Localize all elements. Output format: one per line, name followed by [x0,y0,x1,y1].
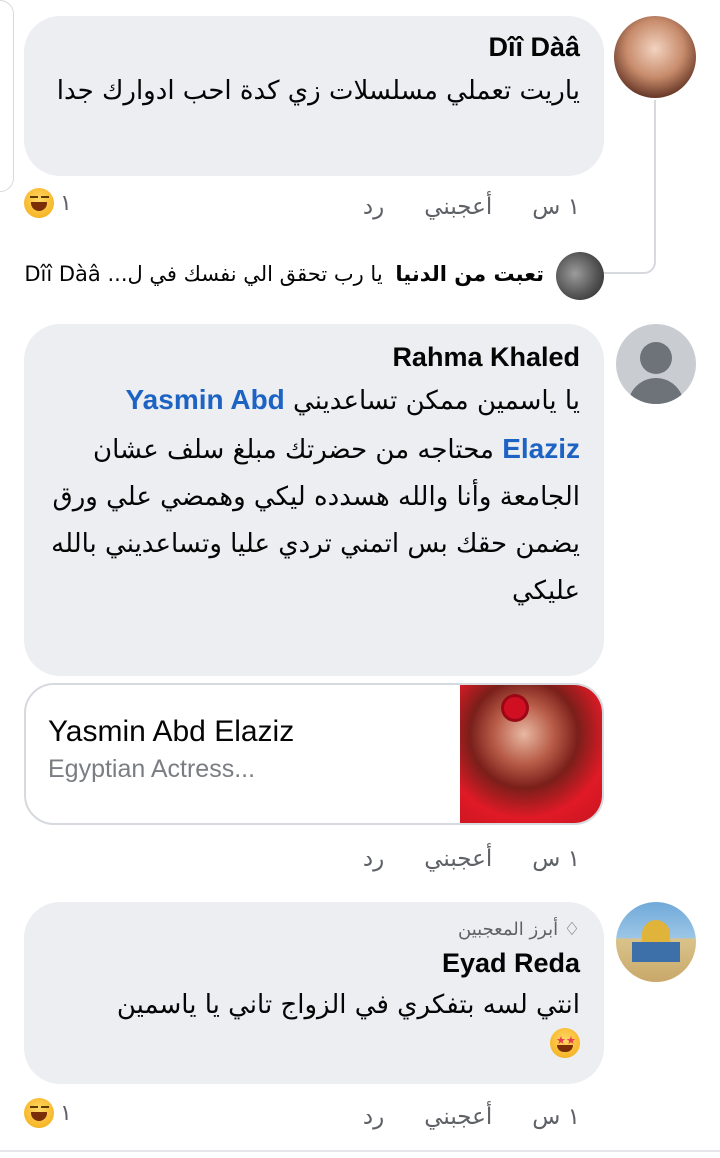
comment-text: ياريت تعملي مسلسلات زي كدة احب ادوارك جد… [56,76,580,106]
reaction-summary[interactable]: ١ [24,1098,72,1128]
avatar[interactable] [614,16,696,98]
reply-author: تعبت من الدنيا [395,262,544,286]
like-button[interactable]: أعجبني [424,1104,492,1130]
reply-button[interactable]: رد [363,1104,384,1130]
comment-actions: ١ س أعجبني رد [363,846,580,872]
avatar[interactable] [616,902,696,982]
laughing-emoji-icon [24,188,54,218]
like-button[interactable]: أعجبني [424,194,492,220]
diamond-icon: ♢ [563,919,580,940]
comment-text-body: محتاجه من حضرتك مبلغ سلف عشان الجامعة وأ… [51,435,580,606]
comment-bubble: Rahma Khaled يا ياسمين ممكن تساعديني Yas… [24,324,604,676]
comment-actions: ١ س أعجبني رد [363,194,580,220]
comment-author[interactable]: Eyad Reda [48,946,580,980]
reply-button[interactable]: رد [363,194,384,220]
laughing-emoji-icon [24,1098,54,1128]
like-button[interactable]: أعجبني [424,846,492,872]
left-edge-fragment [0,0,14,192]
comment-time[interactable]: ١ س [532,846,580,872]
comment-time[interactable]: ١ س [532,1104,580,1130]
reply-button[interactable]: رد [363,846,384,872]
comment-time[interactable]: ١ س [532,194,580,220]
link-preview-subtitle: Egyptian Actress... [48,755,256,783]
comment-text: يا ياسمين ممكن تساعديني Yasmin Abd Elazi… [48,376,580,615]
reply-preview[interactable]: تعبت من الدنيا يا رب تحقق الي نفسك في ل.… [24,262,544,286]
comment-bubble: ♢ أبرز المعجبين Eyad Reda انتي لسه بتفكر… [24,902,604,1084]
badge-label: أبرز المعجبين [458,919,559,940]
avatar[interactable] [616,324,696,404]
star-struck-emoji-icon: ★ ★ [550,1028,580,1058]
comment-text-prefix: يا ياسمين ممكن تساعديني [293,386,580,416]
reaction-count: ١ [60,190,72,216]
link-preview-title: Yasmin Abd Elaziz [48,715,295,748]
comment-actions: ١ س أعجبني رد [363,1104,580,1130]
reply-text: يا رب تحقق الي نفسك في ل... Dîî Dàâ [24,262,383,286]
comment-bubble: Dîî Dàâ ياريت تعملي مسلسلات زي كدة احب ا… [24,16,604,176]
reaction-summary[interactable]: ١ [24,188,72,218]
reaction-count: ١ [60,1100,72,1126]
reply-avatar[interactable] [556,252,604,300]
comment-author[interactable]: Dîî Dàâ [48,30,580,64]
link-preview-image [460,685,602,823]
top-fan-badge: ♢ أبرز المعجبين [48,918,580,942]
dome-shape [642,920,670,942]
default-avatar-icon [640,342,672,374]
comment-author[interactable]: Rahma Khaled [48,340,580,374]
comment-text: انتي لسه بتفكري في الزواج تاني يا ياسمين [116,990,580,1020]
bottom-divider [0,1150,720,1152]
thread-connector [602,100,656,274]
rose-icon [504,697,526,719]
link-preview-card[interactable]: Yasmin Abd Elaziz Egyptian Actress... [24,683,604,825]
